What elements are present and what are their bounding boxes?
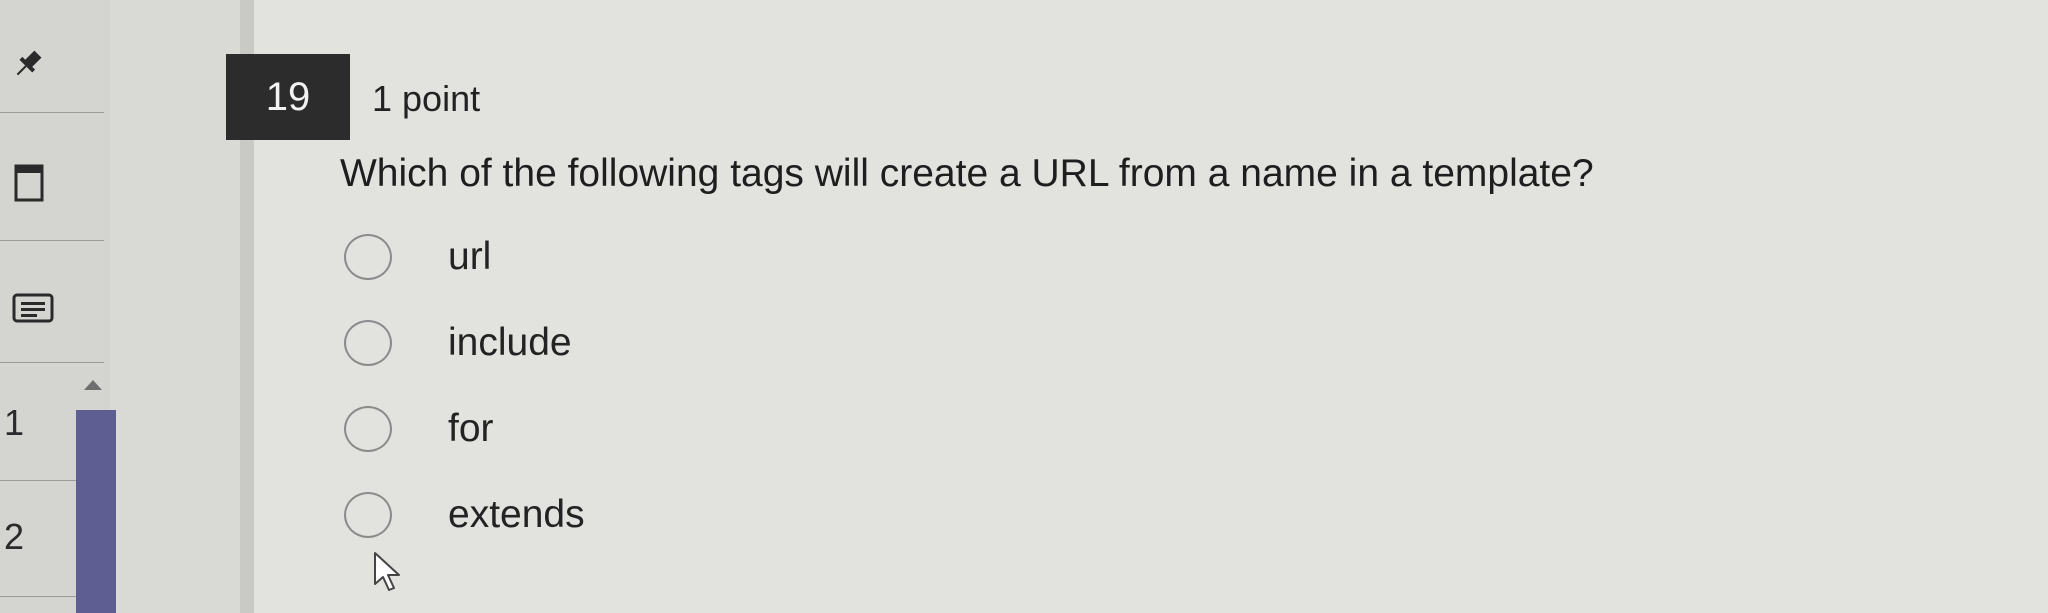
- pin-icon[interactable]: [10, 46, 46, 82]
- option-label[interactable]: for: [448, 407, 494, 451]
- radio-button[interactable]: [344, 492, 392, 538]
- answer-option-for[interactable]: for: [344, 404, 494, 454]
- nav-divider: [0, 240, 104, 241]
- list-icon[interactable]: [12, 293, 54, 323]
- question-nav-1[interactable]: 1: [4, 402, 24, 444]
- option-label[interactable]: url: [448, 235, 491, 279]
- radio-button[interactable]: [344, 320, 392, 366]
- answer-option-extends[interactable]: extends: [344, 490, 585, 540]
- window-icon[interactable]: [14, 164, 44, 202]
- question-nav-2[interactable]: 2: [4, 516, 24, 558]
- question-points: 1 point: [372, 78, 481, 119]
- answer-option-url[interactable]: url: [344, 232, 491, 282]
- nav-divider: [0, 362, 104, 363]
- mouse-pointer-icon: [374, 552, 400, 591]
- radio-button[interactable]: [344, 234, 392, 280]
- radio-button[interactable]: [344, 406, 392, 452]
- scroll-up-arrow-icon[interactable]: [84, 380, 102, 390]
- scrollbar-thumb[interactable]: [76, 410, 116, 613]
- option-label[interactable]: extends: [448, 493, 585, 537]
- nav-divider: [0, 112, 104, 113]
- question-text: Which of the following tags will create …: [340, 152, 1594, 195]
- answer-option-include[interactable]: include: [344, 318, 572, 368]
- question-number-badge: 19: [226, 54, 350, 140]
- option-label[interactable]: include: [448, 321, 572, 365]
